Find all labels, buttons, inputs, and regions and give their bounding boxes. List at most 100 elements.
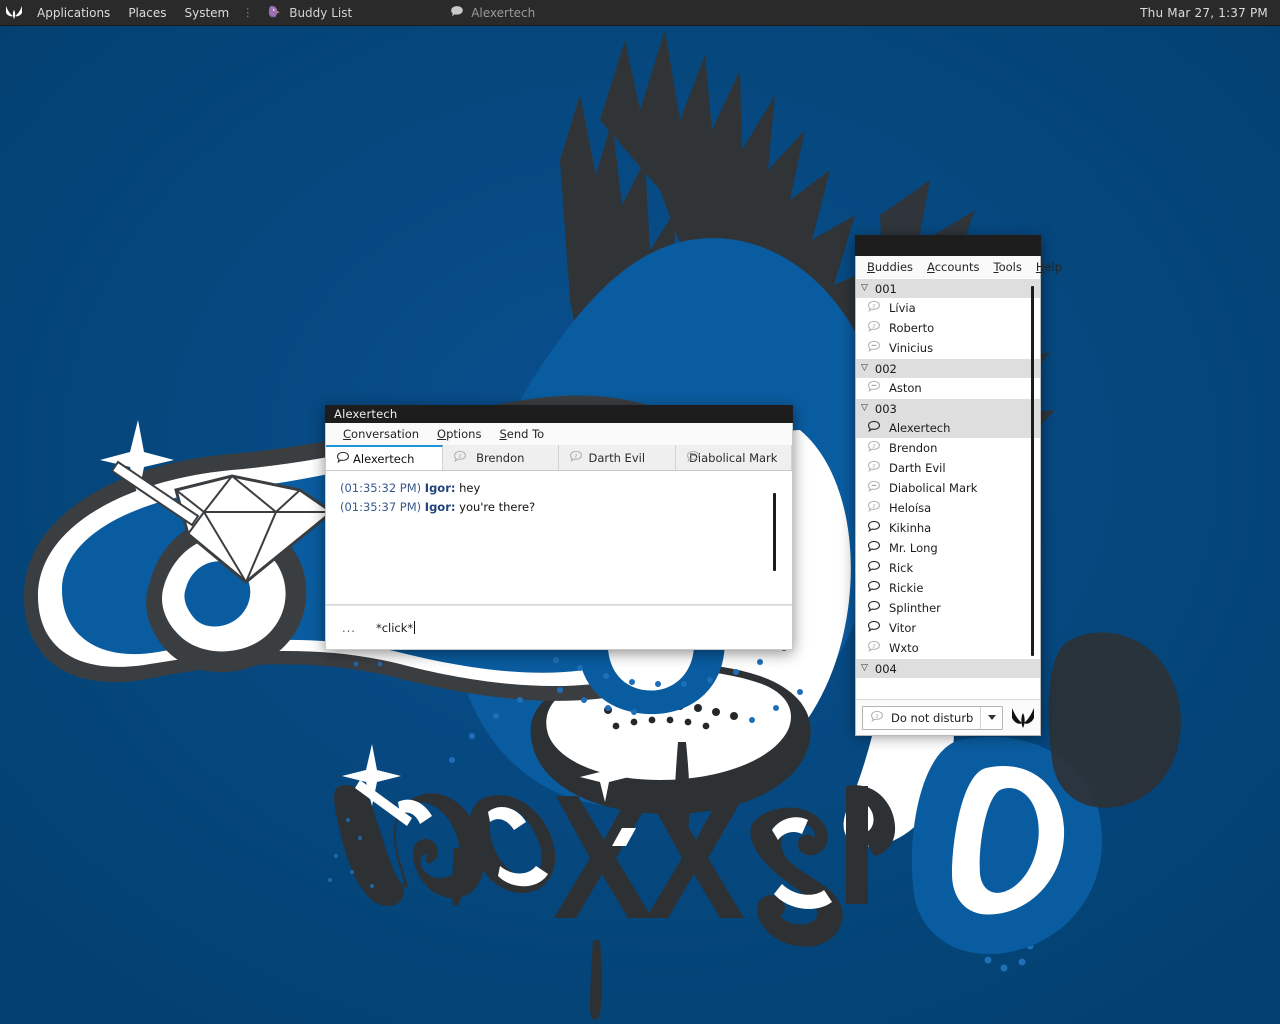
tab-label: Alexertech [353,451,415,466]
tab-alexertech[interactable]: Alexertech [326,445,443,470]
menu-send-to-rest: end To [506,427,545,441]
message-entry-area[interactable]: ... *click* [326,605,792,649]
buddy-item-kikinha[interactable]: Kikinha [856,518,1040,538]
svg-text:z: z [873,323,876,329]
taskbar-label-buddy-list: Buddy List [289,5,353,20]
buddy-name: Roberto [889,321,935,335]
panel-menu-system[interactable]: System [175,0,238,26]
chat-message: (01:35:37 PM) Igor: you're there? [340,498,782,517]
buddy-name: Kikinha [889,521,932,535]
conversation-titlebar[interactable]: Alexertech [325,405,793,423]
panel-separator: ⋮ [242,6,254,19]
message-sender: Igor: [424,500,456,514]
tab-darth-evil[interactable]: z Darth Evil [559,445,676,470]
buddy-item-vitor[interactable]: Vitor [856,618,1040,638]
menu-tools[interactable]: Tools [986,256,1028,278]
chat-bubble-icon [867,620,881,636]
buddy-group-001[interactable]: ▽ 001 [856,278,1040,298]
conversation-menubar: Conversation Options Send To [326,423,792,445]
buddy-name: Rick [889,561,914,575]
tab-brendon[interactable]: z Brendon [442,445,559,470]
buddy-item-vinicius[interactable]: Vinicius [856,338,1040,358]
buddy-item-aston[interactable]: Aston [856,378,1040,398]
svg-text:z: z [873,643,876,649]
panel-clock[interactable]: Thu Mar 27, 1:37 PM [1140,6,1280,20]
buddy-item-brendon[interactable]: z Brendon [856,438,1040,458]
buddy-group-004[interactable]: ▽ 004 [856,658,1040,678]
message-timestamp: (01:35:37 PM) [340,500,422,514]
menu-send-to[interactable]: Send To [490,423,553,445]
tab-label: Diabolical Mark [689,450,778,465]
buddy-item-mr-long[interactable]: Mr. Long [856,538,1040,558]
chat-bubble-icon [867,420,881,436]
message-sender: Igor: [424,481,456,495]
away-bubble-icon: z [867,500,881,516]
menu-buddies[interactable]: Buddies [860,256,920,278]
busy-bubble-icon: z [870,710,884,726]
pidgin-wing-logo-icon [1009,704,1036,732]
menu-options[interactable]: Options [428,423,490,445]
buddy-item-darth-evil[interactable]: z Darth Evil [856,458,1040,478]
buddy-item-heloisa[interactable]: z Heloísa [856,498,1040,518]
buddy-list-window[interactable]: Buddies Accounts Tools Help ▽ 001 z Lívi… [855,235,1062,736]
buddy-item-alexertech[interactable]: Alexertech [856,418,1040,438]
buddy-item-rick[interactable]: Rick [856,558,1040,578]
conversation-window[interactable]: Alexertech Conversation Options Send To … [325,405,793,650]
status-bar: z Do not disturb [856,699,1040,735]
buddy-item-diabolical-mark[interactable]: Diabolical Mark [856,478,1040,498]
buddy-item-rickie[interactable]: Rickie [856,578,1040,598]
pidgin-bird-icon [267,4,282,22]
taskbar-item-buddy-list[interactable]: Buddy List [257,0,362,26]
message-text: you're there? [459,500,536,514]
status-selector[interactable]: z Do not disturb [862,705,1004,730]
chevron-down-icon[interactable] [980,706,1002,729]
panel-menu-applications[interactable]: Applications [28,0,119,26]
desktop[interactable]: Applications Places System ⋮ Buddy List [0,0,1280,1024]
taskbar-label-alexertech: Alexertech [471,5,536,20]
away-bubble-icon: z [453,450,467,466]
conversation-tabs: Alexertech z Brendon z Darth Evil Diabol… [326,445,792,471]
buddy-list-menubar: Buddies Accounts Tools Help [856,256,1062,278]
svg-text:z: z [873,503,876,509]
buddy-name: Darth Evil [889,461,946,475]
buddy-list-tree[interactable]: ▽ 001 z Lívia z Roberto Vinicius ▽ 002 A… [856,278,1040,699]
buddy-group-002[interactable]: ▽ 002 [856,358,1040,378]
message-input[interactable]: ... *click* [342,620,416,635]
buddy-name: Diabolical Mark [889,481,978,495]
svg-text:z: z [873,303,876,309]
buddy-group-003[interactable]: ▽ 003 [856,398,1040,418]
away-bubble-icon: z [569,450,583,466]
history-scrollbar[interactable] [773,493,776,571]
entry-value: *click* [375,620,416,635]
chat-bubble-icon [450,5,464,21]
tab-diabolical-mark[interactable]: Diabolical Mark [675,445,792,470]
buddy-list-scrollbar[interactable] [1031,286,1034,656]
menu-help[interactable]: Help [1029,256,1069,278]
chat-message: (01:35:32 PM) Igor: hey [340,479,782,498]
text-caret [414,620,416,634]
svg-text:z: z [575,453,578,459]
conversation-history[interactable]: (01:35:32 PM) Igor: hey (01:35:37 PM) Ig… [326,471,792,605]
panel-menu-places[interactable]: Places [119,0,175,26]
away-bubble-icon: z [867,460,881,476]
buddy-name: Splinther [889,601,941,615]
buddy-name: Aston [889,381,922,395]
buddy-item-roberto[interactable]: z Roberto [856,318,1040,338]
group-label: 004 [874,661,897,676]
chat-bubble-icon [867,580,881,596]
buddy-item-splinther[interactable]: Splinther [856,598,1040,618]
triangle-down-icon: ▽ [861,663,868,673]
offline-bubble-icon [686,450,700,466]
buddy-list-titlebar[interactable] [855,235,1041,256]
menu-conversation[interactable]: Conversation [334,423,428,445]
group-label: 001 [874,281,897,296]
entry-prefix: ... [342,620,356,635]
tab-label: Darth Evil [588,450,646,465]
buddy-item-wxto[interactable]: z Wxto [856,638,1040,658]
buddy-name: Mr. Long [889,541,938,555]
buddy-list-body: Buddies Accounts Tools Help ▽ 001 z Lívi… [855,256,1062,736]
buddy-item-livia[interactable]: z Lívia [856,298,1040,318]
menu-accounts[interactable]: Accounts [920,256,986,278]
triangle-down-icon: ▽ [861,403,868,413]
taskbar-item-alexertech[interactable]: Alexertech [440,0,545,26]
